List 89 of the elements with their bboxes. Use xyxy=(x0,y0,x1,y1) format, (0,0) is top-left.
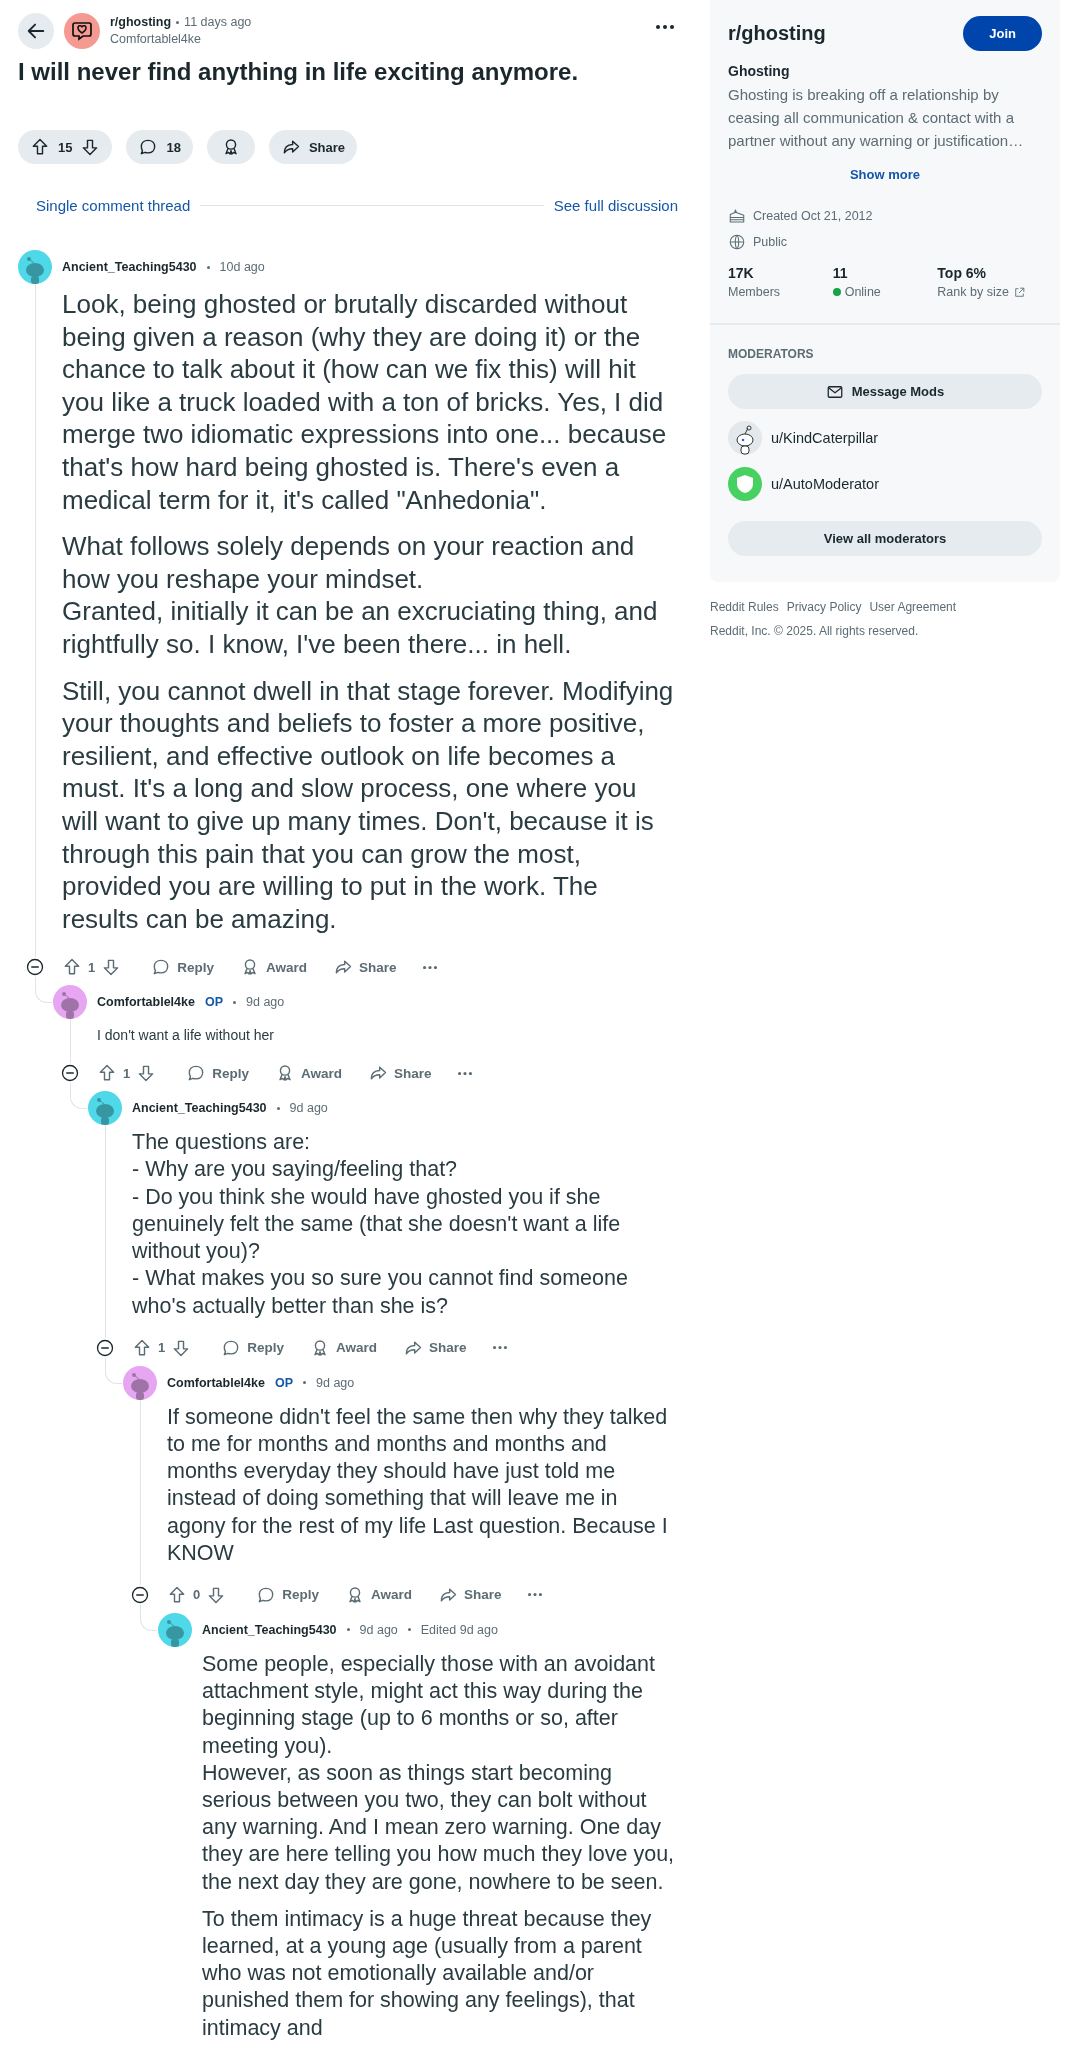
comment-text: Still, you cannot dwell in that stage forever. Modifying your thoughts and beliefs to foster a more positive, resilient, and effective outlook on life becomes a must. It's a long and slow process, one where you will want to give up many times. Don't, because it is through this pain that you can grow the most, provided you are willing to put in the work. The results can be amazing. xyxy=(62,674,674,936)
comment-text: Some people, especially those with an avoidant attachment style, might act this way during the beginning stage (up to 6 months or so, after meeting you). However, as soon as things start becoming serious between you two, they can bolt without any warning. And I mean zero warning. One day they are here telling you how much they love you, the next day they are gone, nowhere to be seen. xyxy=(202,1650,676,1896)
award-button[interactable]: Award xyxy=(300,1337,387,1358)
dots-icon xyxy=(492,1346,507,1350)
vote-count: 1 xyxy=(123,1065,131,1081)
award-button[interactable]: Award xyxy=(335,1584,422,1605)
post-time: 11 days ago xyxy=(184,14,252,31)
cake-icon xyxy=(728,207,746,225)
stat-label: Rank by size xyxy=(937,285,1009,299)
comment-text: What follows solely depends on your reaction and how you reshape your mindset. Granted, initially it can be an excruciating thing, and rightfully so. I know, I've been there... in hell. xyxy=(62,530,659,661)
visibility-label: Public xyxy=(753,235,788,249)
join-button[interactable]: Join xyxy=(963,16,1042,51)
comment-text: If someone didn't feel the same then why they talked to me for months and months and months and months everyday they should have just told me instead of doing something that will leave me in agony for the rest of my life Last question. Because I KNOW xyxy=(167,1403,669,1567)
stat-label: Members xyxy=(728,285,781,299)
online-dot xyxy=(832,288,841,296)
upvote-button[interactable] xyxy=(167,1584,187,1605)
comment-text: The questions are: - Why are you saying/feeling that? - Do you think she would have ghosted you if she genuinely felt the same (that she doesn't want a life without you)? - What makes you so sure you cannot find someone who's actually better than she is? xyxy=(132,1129,629,1320)
moderator-avatar xyxy=(728,467,762,501)
footer-link[interactable]: User Agreement xyxy=(869,600,957,614)
comment-time: 9d ago xyxy=(316,1375,355,1390)
thread-line xyxy=(69,1091,87,1110)
share-button[interactable]: Share xyxy=(393,1337,477,1358)
author-link[interactable]: Comfortablel4ke xyxy=(110,32,201,46)
thread-line xyxy=(34,985,52,1004)
vote-count: 0 xyxy=(193,1587,201,1603)
share-button[interactable]: Share xyxy=(323,957,407,978)
vote-count: 1 xyxy=(158,1340,166,1356)
share-button[interactable]: Share xyxy=(358,1063,442,1084)
stat-value: Top 6% xyxy=(937,265,988,281)
op-label: OP xyxy=(274,1375,293,1390)
comment-author[interactable]: Comfortablel4ke xyxy=(97,995,195,1010)
op-label: OP xyxy=(204,995,223,1010)
footer-link[interactable]: Privacy Policy xyxy=(786,600,862,614)
community-description: Ghosting is breaking off a relationship by ceasing all communication & contact with a partner without any warning or justification… xyxy=(728,85,1025,151)
message-mods-button[interactable]: Message Mods xyxy=(728,374,1042,409)
comment-text: Look, being ghosted or brutally discarded without being given a reason (why they are doing it) or the chance to talk about it (how can we fix this) will hit you like a truck loaded with a ton of bricks. Yes, I did merge two idiomatic expressions into one... because that's how hard being ghosted is. There's even a medical term for it, it's called "Anhedonia". xyxy=(62,288,668,517)
post-title: I will never find anything in life exciting anymore. xyxy=(18,57,580,87)
comment-time: 9d ago xyxy=(359,1622,398,1637)
stat-value: 11 xyxy=(832,265,849,281)
copyright-text: Reddit, Inc. © 2025. All rights reserved. xyxy=(710,624,920,638)
comment-text: I don't want a life without her xyxy=(97,1026,275,1046)
dots-icon xyxy=(656,25,674,29)
comment-author[interactable]: Ancient_Teaching5430 xyxy=(202,1622,337,1637)
upvote-button[interactable] xyxy=(30,137,50,157)
reply-button[interactable]: Reply xyxy=(141,957,224,978)
community-title: Ghosting xyxy=(728,63,791,79)
thread-line xyxy=(139,1612,157,1631)
comment-author[interactable]: Ancient_Teaching5430 xyxy=(132,1101,267,1116)
back-button[interactable] xyxy=(18,13,54,49)
dots-icon xyxy=(422,965,437,969)
thread-line xyxy=(104,1365,122,1384)
created-date: Created Oct 21, 2012 xyxy=(753,209,873,223)
comment-time: 9d ago xyxy=(246,995,285,1010)
comment-author[interactable]: Ancient_Teaching5430 xyxy=(62,260,197,274)
stat-label: Online xyxy=(844,285,881,299)
edited-time: Edited 9d ago xyxy=(420,1622,498,1637)
stat-value: 17K xyxy=(728,265,755,281)
share-button[interactable]: Share xyxy=(268,130,358,164)
subreddit-link[interactable]: r/ghosting xyxy=(110,14,172,31)
reply-button[interactable]: Reply xyxy=(211,1337,294,1358)
upvote-button[interactable] xyxy=(132,1337,152,1358)
moderator-name[interactable]: u/KindCaterpillar xyxy=(771,430,879,446)
single-thread-link[interactable]: Single comment thread xyxy=(36,197,191,214)
award-button[interactable]: Award xyxy=(230,957,317,978)
award-button[interactable] xyxy=(206,130,255,164)
show-more-button[interactable]: Show more xyxy=(843,166,927,183)
view-all-moderators-button[interactable]: View all moderators xyxy=(728,521,1042,556)
globe-icon xyxy=(728,233,746,251)
dots-icon xyxy=(527,1593,542,1597)
full-discussion-link[interactable]: See full discussion xyxy=(553,197,678,214)
share-button[interactable]: Share xyxy=(428,1584,512,1605)
dots-icon xyxy=(457,1071,472,1075)
footer-link[interactable]: Reddit Rules xyxy=(710,600,779,614)
reply-button[interactable]: Reply xyxy=(176,1063,259,1084)
comment-text: To them intimacy is a huge threat because they learned, at a young age (usually from a parent who was not emotionally available and/or punished them for showing any feelings), that intimacy and xyxy=(202,1905,653,2042)
subreddit-icon xyxy=(64,13,100,49)
external-link-icon xyxy=(1012,285,1026,299)
vote-count: 1 xyxy=(88,959,96,975)
moderators-heading: MODERATORS xyxy=(728,347,815,361)
comment-time: 10d ago xyxy=(219,260,265,274)
moderator-avatar xyxy=(728,421,762,455)
vote-count: 15 xyxy=(58,139,73,155)
reply-button[interactable]: Reply xyxy=(246,1584,329,1605)
comment-author[interactable]: Comfortablel4ke xyxy=(167,1375,265,1390)
community-name: r/ghosting xyxy=(728,22,826,45)
award-button[interactable]: Award xyxy=(265,1063,352,1084)
comment-time: 9d ago xyxy=(289,1101,328,1116)
comments-button[interactable]: 18 xyxy=(126,130,193,164)
moderator-name[interactable]: u/AutoModerator xyxy=(771,476,879,492)
